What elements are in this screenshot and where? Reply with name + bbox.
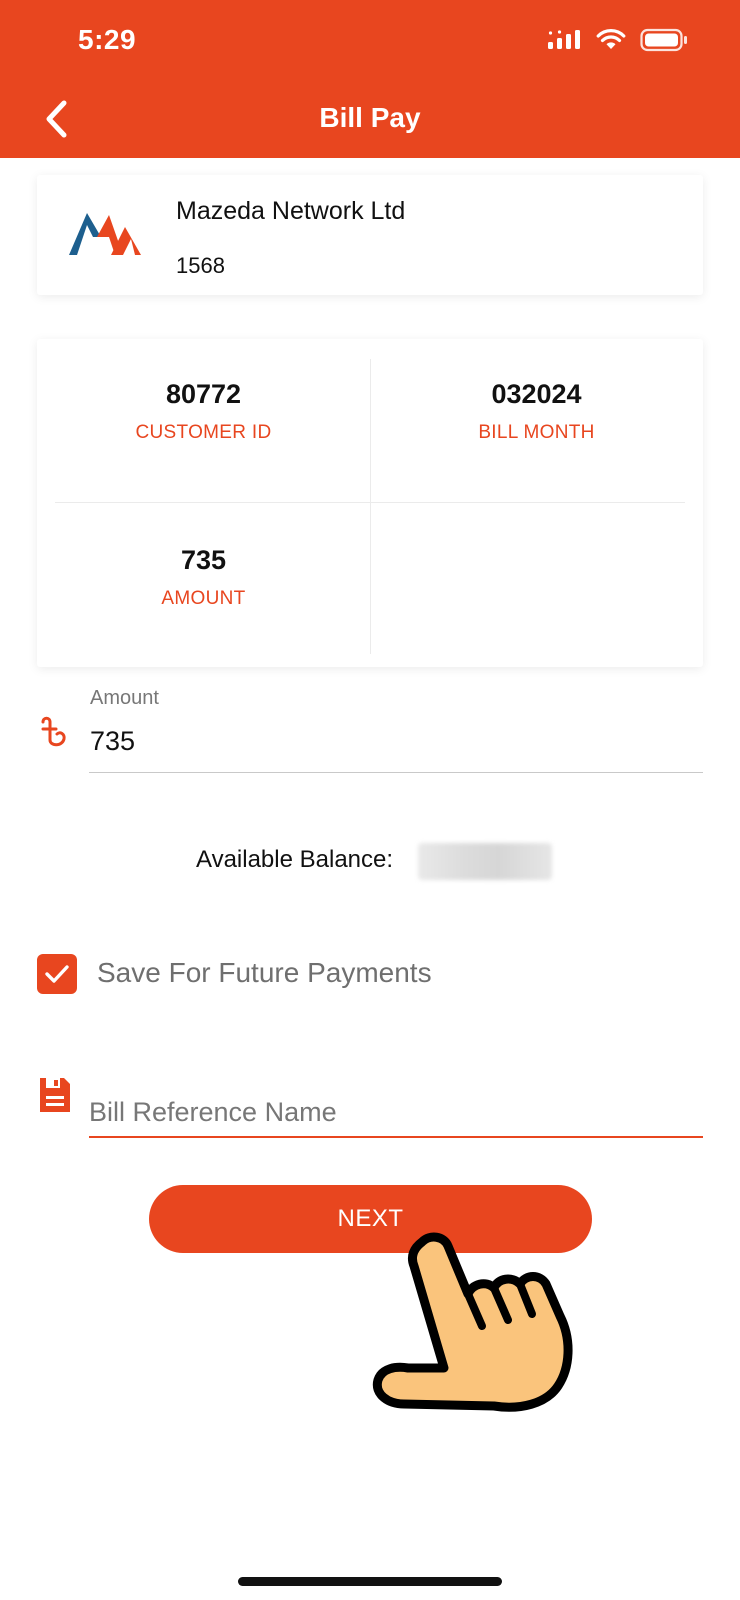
signal-icon bbox=[548, 30, 580, 49]
available-balance-value bbox=[418, 843, 552, 880]
amount-underline bbox=[89, 772, 703, 773]
biller-name: Mazeda Network Ltd bbox=[176, 197, 406, 225]
amount-field-label: Amount bbox=[90, 687, 159, 709]
tap-hand-icon bbox=[372, 1232, 573, 1412]
status-time: 5:29 bbox=[78, 24, 137, 55]
battery-icon bbox=[640, 28, 687, 52]
bill-month-label: BILL MONTH bbox=[478, 422, 595, 443]
amount-cell: 735 AMOUNT bbox=[37, 545, 370, 610]
wifi-icon bbox=[596, 29, 626, 49]
customer-id-value: 80772 bbox=[165, 379, 242, 409]
taka-icon bbox=[41, 716, 66, 747]
status-icons bbox=[548, 28, 688, 52]
amount-input[interactable]: 735 bbox=[90, 726, 135, 757]
app-header: 5:29 Bill Pay bbox=[0, 0, 740, 158]
customer-id-label: CUSTOMER ID bbox=[135, 422, 272, 443]
save-icon bbox=[40, 1078, 70, 1112]
save-future-checkbox[interactable] bbox=[37, 954, 77, 994]
home-indicator bbox=[238, 1577, 502, 1586]
check-icon bbox=[45, 965, 69, 983]
biller-code: 1568 bbox=[176, 253, 225, 278]
page-title: Bill Pay bbox=[319, 102, 421, 133]
bill-month-cell: 032024 BILL MONTH bbox=[370, 379, 703, 444]
biller-card: Mazeda Network Ltd 1568 bbox=[37, 175, 703, 295]
mazeda-logo bbox=[69, 213, 141, 255]
bill-month-value: 032024 bbox=[491, 379, 582, 409]
available-balance-label: Available Balance: bbox=[196, 846, 394, 873]
grid-divider-horizontal bbox=[55, 502, 685, 503]
bill-reference-name-input[interactable] bbox=[89, 1088, 703, 1138]
save-future-label[interactable]: Save For Future Payments bbox=[97, 957, 432, 989]
customer-id-cell: 80772 CUSTOMER ID bbox=[37, 379, 370, 444]
bill-info-card: 80772 CUSTOMER ID 032024 BILL MONTH 735 … bbox=[37, 339, 703, 667]
amount-cell-value: 735 bbox=[180, 545, 227, 575]
amount-cell-label: AMOUNT bbox=[161, 588, 246, 609]
